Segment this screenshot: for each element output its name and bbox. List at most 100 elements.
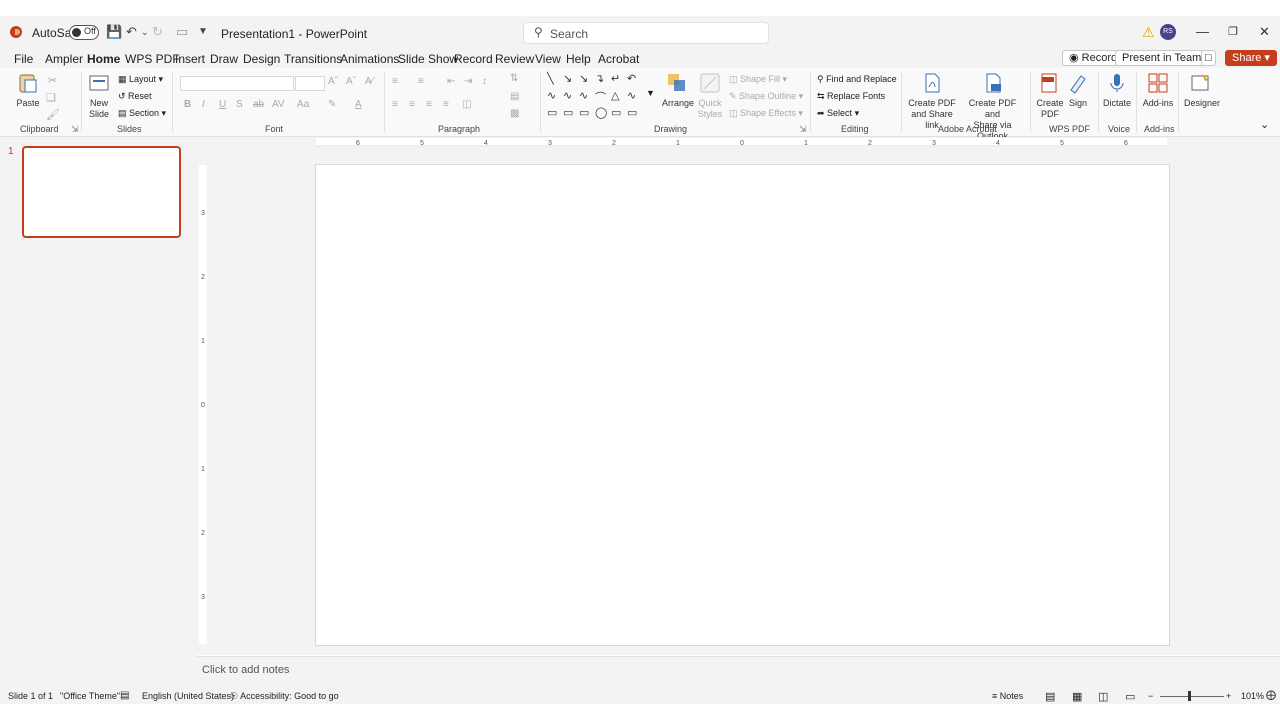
freeform-shape-icon[interactable]: △ bbox=[611, 89, 619, 102]
fit-to-window-icon[interactable]: ⨁ bbox=[1266, 690, 1276, 701]
character-spacing-icon[interactable]: AV bbox=[272, 99, 285, 110]
dictate-button[interactable]: Dictate bbox=[1102, 72, 1132, 109]
increase-font-icon[interactable]: Aˆ bbox=[328, 76, 338, 87]
font-size-input[interactable] bbox=[295, 76, 325, 91]
share-button[interactable]: Share ▾ bbox=[1225, 50, 1277, 66]
clear-formatting-icon[interactable]: A∕ bbox=[365, 76, 373, 87]
create-pdf-share-link-button[interactable]: Create PDF and Share link bbox=[906, 72, 958, 131]
save-icon[interactable]: 💾 bbox=[106, 24, 122, 40]
italic-icon[interactable]: I bbox=[202, 99, 205, 110]
select-button[interactable]: ➦ Select ▾ bbox=[817, 108, 859, 119]
line-spacing-icon[interactable]: ↕ bbox=[482, 76, 487, 87]
restore-icon[interactable]: ❐ bbox=[1228, 25, 1238, 38]
avatar[interactable]: RS bbox=[1160, 24, 1176, 40]
warning-icon[interactable]: ⚠ bbox=[1142, 24, 1155, 41]
scribble-shape-icon[interactable]: ∿ bbox=[627, 89, 636, 102]
arrange-button[interactable]: Arrange bbox=[662, 72, 694, 109]
quick-styles-button[interactable]: Quick Styles bbox=[697, 72, 723, 120]
tab-animations[interactable]: Animations bbox=[340, 52, 399, 66]
clipboard-launcher-icon[interactable]: ⇲ bbox=[71, 124, 79, 135]
drawing-launcher-icon[interactable]: ⇲ bbox=[799, 124, 807, 135]
decrease-font-icon[interactable]: Aˇ bbox=[346, 76, 356, 87]
zoom-slider[interactable] bbox=[1160, 696, 1224, 697]
elbow-connector-icon[interactable]: ↴ bbox=[595, 72, 604, 85]
autosave-toggle[interactable]: Off bbox=[69, 25, 99, 40]
tab-draw[interactable]: Draw bbox=[210, 52, 238, 66]
curved-arrow-icon[interactable]: ∿ bbox=[563, 89, 572, 102]
slide-show-icon[interactable]: ▭ bbox=[1125, 690, 1135, 703]
columns-icon[interactable]: ◫ bbox=[462, 99, 471, 110]
present-in-teams-button[interactable]: Present in Teams bbox=[1115, 50, 1214, 66]
reset-button[interactable]: ↺ Reset bbox=[118, 91, 152, 102]
normal-view-icon[interactable]: ▤ bbox=[1045, 690, 1055, 703]
arrow-shape-icon[interactable]: ↘ bbox=[563, 72, 572, 85]
shape-outline-button[interactable]: ✎ Shape Outline ▾ bbox=[729, 91, 803, 102]
tab-slide-show[interactable]: Slide Show bbox=[398, 52, 458, 66]
highlight-icon[interactable]: ✎ bbox=[328, 99, 336, 110]
tab-design[interactable]: Design bbox=[243, 52, 280, 66]
font-name-input[interactable] bbox=[180, 76, 294, 91]
search-box[interactable]: ⚲ Search bbox=[523, 22, 769, 44]
curved-connector-icon[interactable]: ∿ bbox=[547, 89, 556, 102]
align-text-icon[interactable]: ▤ bbox=[510, 91, 519, 102]
diagonal-corner-shape-icon[interactable]: ▭ bbox=[627, 106, 637, 119]
zoom-level[interactable]: 101% bbox=[1241, 691, 1264, 701]
shapes-more-icon[interactable]: ▼ bbox=[646, 88, 655, 98]
round-corner-shape-icon[interactable]: ◯ bbox=[595, 106, 607, 119]
minimize-icon[interactable]: — bbox=[1196, 24, 1209, 39]
cut-icon[interactable]: ✂ bbox=[48, 74, 57, 87]
snip-rectangle-shape-icon[interactable]: ▭ bbox=[579, 106, 589, 119]
tab-record[interactable]: Record bbox=[454, 52, 493, 66]
slide-sorter-icon[interactable]: ▦ bbox=[1072, 690, 1082, 703]
increase-indent-icon[interactable]: ⇥ bbox=[464, 76, 472, 87]
justify-icon[interactable]: ≡ bbox=[443, 99, 449, 110]
section-button[interactable]: ▤ Section ▾ bbox=[118, 108, 166, 119]
tab-ampler[interactable]: Ampler bbox=[45, 52, 83, 66]
undo-dropdown-icon[interactable]: ⌄ bbox=[141, 27, 149, 38]
designer-button[interactable]: Designer bbox=[1184, 72, 1220, 109]
accessibility-status[interactable]: ☉ Accessibility: Good to go bbox=[230, 691, 339, 702]
elbow-arrow-icon[interactable]: ↵ bbox=[611, 72, 620, 85]
customize-qat-icon[interactable]: ▼ bbox=[198, 26, 208, 37]
elbow-double-arrow-icon[interactable]: ↶ bbox=[627, 72, 636, 85]
reading-view-icon[interactable]: ◫ bbox=[1098, 690, 1108, 703]
underline-icon[interactable]: U bbox=[219, 99, 226, 110]
tab-wps-pdf[interactable]: WPS PDF bbox=[125, 52, 180, 66]
tab-view[interactable]: View bbox=[535, 52, 561, 66]
tab-help[interactable]: Help bbox=[566, 52, 591, 66]
bullets-icon[interactable]: ≡ bbox=[392, 76, 398, 87]
rectangle-shape-icon[interactable]: ▭ bbox=[547, 106, 557, 119]
text-direction-icon[interactable]: ⇅ bbox=[510, 73, 518, 84]
double-arrow-shape-icon[interactable]: ↘ bbox=[579, 72, 588, 85]
add-ins-button[interactable]: Add-ins bbox=[1142, 72, 1174, 109]
new-slide-button[interactable]: New Slide bbox=[86, 72, 112, 120]
close-icon[interactable]: ✕ bbox=[1259, 24, 1270, 40]
bold-icon[interactable]: B bbox=[184, 99, 191, 110]
notes-pane[interactable]: Click to add notes bbox=[197, 656, 1280, 689]
present-icon[interactable]: ▭ bbox=[176, 24, 188, 40]
tab-transitions[interactable]: Transitions bbox=[284, 52, 342, 66]
tab-file[interactable]: File bbox=[14, 52, 33, 66]
tab-insert[interactable]: Insert bbox=[175, 52, 205, 66]
font-color-icon[interactable]: A bbox=[355, 99, 362, 110]
copy-icon[interactable]: ❏ bbox=[46, 91, 56, 104]
collapse-ribbon-icon[interactable]: ⌄ bbox=[1260, 118, 1269, 131]
redo-icon[interactable]: ↻ bbox=[152, 24, 163, 40]
notes-button[interactable]: ≡ Notes bbox=[992, 691, 1023, 701]
slide-canvas[interactable] bbox=[315, 164, 1170, 646]
shape-fill-button[interactable]: ◫ Shape Fill ▾ bbox=[729, 74, 787, 85]
comments-icon[interactable]: □ bbox=[1201, 50, 1216, 66]
zoom-slider-thumb[interactable] bbox=[1188, 691, 1191, 701]
align-center-icon[interactable]: ≡ bbox=[409, 99, 415, 110]
zoom-out-icon[interactable]: − bbox=[1148, 691, 1153, 701]
wps-create-pdf-button[interactable]: Create PDF bbox=[1036, 72, 1064, 120]
shape-effects-button[interactable]: ◫ Shape Effects ▾ bbox=[729, 108, 803, 119]
undo-icon[interactable]: ↶ bbox=[126, 24, 137, 40]
curve-shape-icon[interactable]: ⌒ bbox=[595, 89, 606, 105]
paste-button[interactable]: Paste bbox=[14, 72, 42, 109]
replace-fonts-button[interactable]: ⇆ Replace Fonts bbox=[817, 91, 885, 102]
layout-button[interactable]: ▦ Layout ▾ bbox=[118, 74, 163, 85]
shapes-gallery[interactable]: ╲ ↘ ↘ ↴ ↵ ↶ ∿ ∿ ∿ ⌒ △ ∿ ▭ ▭ ▭ ◯ ▭ ▭ bbox=[547, 72, 643, 119]
rounded-rectangle-shape-icon[interactable]: ▭ bbox=[563, 106, 573, 119]
align-right-icon[interactable]: ≡ bbox=[426, 99, 432, 110]
